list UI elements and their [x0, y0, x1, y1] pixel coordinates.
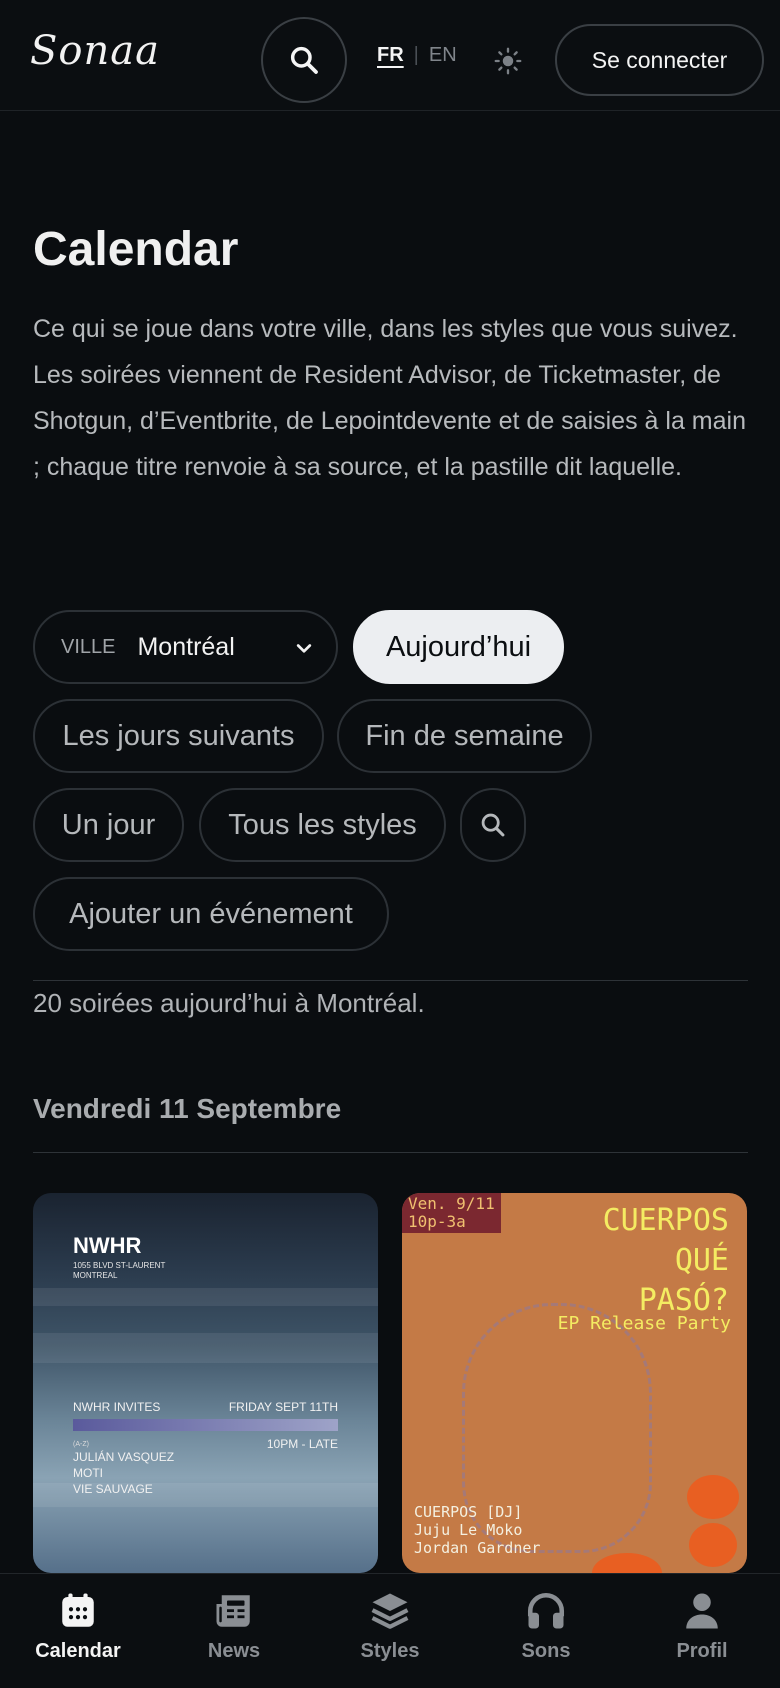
nav-label: Calendar [35, 1640, 121, 1662]
calendar-icon [62, 1593, 94, 1627]
lineup-artist: Juju Le Moko [414, 1521, 523, 1539]
headphones-icon [527, 1593, 565, 1629]
filter-one-day[interactable]: Un jour [33, 788, 184, 862]
intro-text: Ce qui se joue dans votre ville, dans le… [33, 315, 746, 481]
theme-toggle-sun-icon[interactable] [494, 47, 522, 75]
poster-subtitle: EP Release Party [557, 1313, 731, 1334]
venue-address: 1055 BLVD ST-LAURENT MONTREAL [73, 1261, 166, 1280]
poster-decoration [689, 1523, 737, 1567]
poster-invites: NWHR INVITES [73, 1400, 161, 1414]
search-icon [481, 813, 505, 837]
poster-lineup: JULIÁN VASQUEZ MOTI VIE SAUVAGE [73, 1449, 174, 1497]
poster-date-tag: Ven. 9/11 10p-3a [402, 1193, 501, 1233]
poster-time: 10PM - LATE [266, 1437, 338, 1451]
filter-next-days[interactable]: Les jours suivants [33, 699, 324, 773]
lineup-artist: Jordan Gardner [414, 1539, 541, 1557]
user-icon [686, 1593, 718, 1629]
city-value: Montréal [137, 632, 235, 661]
day-heading: Vendredi 11 Septembre [33, 1093, 342, 1124]
lineup-artist: JULIÁN VASQUEZ [73, 1450, 175, 1464]
lineup-artist: MOTI [73, 1466, 103, 1480]
lang-fr[interactable]: FR [377, 44, 404, 67]
divider [33, 1152, 748, 1153]
nav-label: Profil [676, 1640, 728, 1662]
page-title: Calendar [33, 223, 239, 276]
lang-separator: | [413, 44, 419, 66]
filter-all-styles[interactable]: Tous les styles [199, 788, 446, 862]
events-count: 20 soirées aujourd’hui à Montréal. [33, 988, 425, 1018]
newspaper-icon [216, 1595, 250, 1627]
lang-en[interactable]: EN [429, 44, 457, 67]
top-bar: Sonaa FR | EN Se connecter [0, 0, 780, 111]
language-switcher: FR | EN [377, 44, 457, 67]
login-button[interactable]: Se connecter [555, 24, 764, 96]
poster-decoration [592, 1553, 662, 1573]
add-event-button[interactable]: Ajouter un événement [33, 877, 389, 951]
chevron-down-icon [296, 644, 312, 653]
nav-sons[interactable]: Sons [468, 1574, 624, 1688]
nav-label: Styles [360, 1640, 420, 1662]
layers-icon [371, 1593, 409, 1629]
poster-decoration [687, 1475, 739, 1519]
nav-calendar[interactable]: Calendar [0, 1574, 156, 1688]
filter-today[interactable]: Aujourd’hui [353, 610, 564, 684]
poster-bar [73, 1419, 338, 1431]
lineup-artist: CUERPOS [DJ] [414, 1503, 523, 1521]
search-icon [290, 46, 318, 74]
logo-text: Sonaa [30, 28, 160, 74]
venue-logo: NWHR [73, 1233, 142, 1258]
city-select[interactable]: VILLE Montréal [33, 610, 338, 684]
city-label: VILLE [61, 635, 116, 658]
poster-title-line: CUERPOS [602, 1203, 729, 1238]
nav-styles[interactable]: Styles [312, 1574, 468, 1688]
nav-label: Sons [521, 1640, 571, 1662]
event-card[interactable]: NWHR 1055 BLVD ST-LAURENT MONTREAL NWHR … [33, 1193, 378, 1573]
poster-title: CUERPOS QUÉ PASÓ? [603, 1201, 729, 1321]
divider [33, 980, 748, 981]
sonaa-logo[interactable]: Sonaa [30, 22, 160, 86]
poster-date: FRIDAY SEPT 11TH [228, 1400, 338, 1414]
poster-stripe [33, 1333, 378, 1363]
event-card[interactable]: Ven. 9/11 10p-3a CUERPOS QUÉ PASÓ? EP Re… [402, 1193, 747, 1573]
poster-date: Ven. 9/11 [408, 1194, 495, 1213]
nav-news[interactable]: News [156, 1574, 312, 1688]
poster-title-line: QUÉ [674, 1243, 729, 1278]
style-search-button[interactable] [460, 788, 526, 862]
poster-stripe [33, 1288, 378, 1306]
bottom-nav: Calendar News Styles Sons Profil [0, 1573, 780, 1688]
lineup-artist: VIE SAUVAGE [73, 1482, 153, 1496]
poster-lineup: CUERPOS [DJ] Juju Le Moko Jordan Gardner [414, 1503, 540, 1557]
nav-label: News [207, 1640, 261, 1662]
poster-time: 10p-3a [408, 1212, 466, 1231]
filter-weekend[interactable]: Fin de semaine [337, 699, 592, 773]
poster-tag: (A-Z) [73, 1441, 89, 1448]
nav-profil[interactable]: Profil [624, 1574, 780, 1688]
search-button[interactable] [261, 17, 347, 103]
